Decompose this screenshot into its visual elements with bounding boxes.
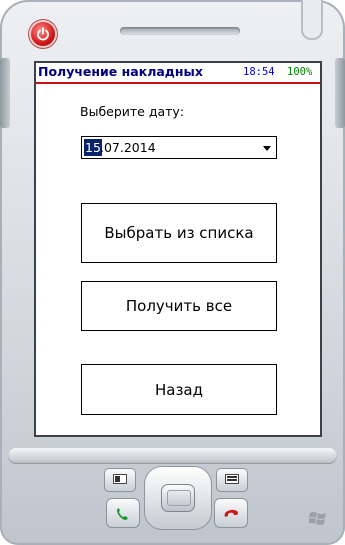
date-label: Выберите дату: — [80, 104, 185, 119]
windows-logo-icon — [309, 512, 326, 525]
get-all-button[interactable]: Получить все — [81, 281, 277, 331]
navigation-center-face — [167, 490, 191, 506]
navigation-pad[interactable] — [144, 466, 212, 530]
date-picker[interactable]: 15 .07.2014 — [81, 136, 277, 159]
back-button[interactable]: Назад — [81, 364, 277, 415]
chevron-down-icon[interactable] — [263, 146, 271, 151]
battery-level: 100% — [287, 66, 313, 78]
device-screen: Получение накладных 18:54 100% Выберите … — [34, 61, 322, 437]
date-month-year[interactable]: .07.2014 — [100, 139, 156, 156]
soft-key-right-icon — [225, 474, 239, 484]
left-soft-key[interactable] — [104, 468, 136, 492]
stylus-slot[interactable] — [301, 0, 323, 40]
keypad-band — [8, 448, 337, 464]
title-bar: Получение накладных 18:54 100% — [36, 63, 320, 84]
power-button[interactable] — [31, 22, 55, 46]
clock-time: 18:54 — [243, 66, 275, 78]
speaker-grille — [120, 27, 240, 35]
right-soft-key[interactable] — [216, 468, 248, 492]
choose-from-list-label: Выбрать из списка — [104, 224, 254, 242]
side-button-left[interactable] — [0, 58, 10, 128]
choose-from-list-button[interactable]: Выбрать из списка — [81, 203, 277, 263]
call-button[interactable] — [106, 498, 140, 528]
navigation-center-button[interactable] — [161, 484, 195, 512]
get-all-label: Получить все — [125, 297, 233, 315]
call-icon — [117, 508, 128, 520]
back-label: Назад — [154, 380, 203, 399]
power-icon — [37, 27, 49, 41]
page-title: Получение накладных — [38, 64, 203, 79]
side-button-right[interactable] — [335, 58, 345, 128]
end-call-button[interactable] — [214, 498, 248, 528]
pda-device-frame: Получение накладных 18:54 100% Выберите … — [0, 0, 345, 545]
end-call-icon — [224, 509, 238, 517]
soft-key-left-icon — [113, 474, 127, 484]
